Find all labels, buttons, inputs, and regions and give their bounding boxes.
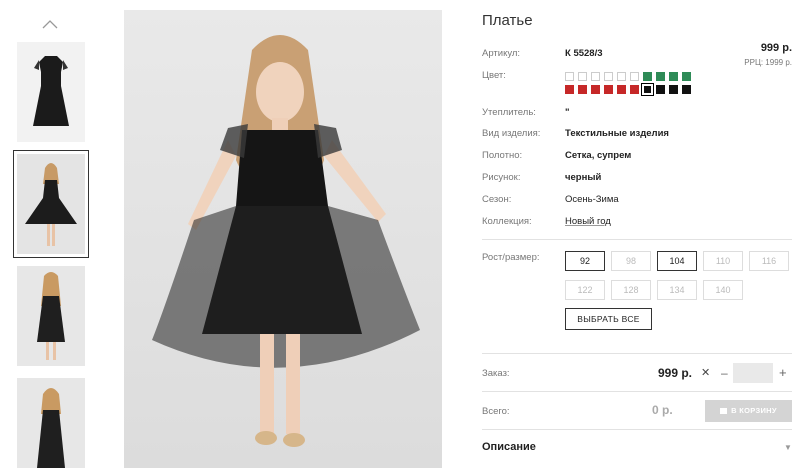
product-title: Платье	[482, 12, 533, 29]
increment-button[interactable]: +	[779, 365, 787, 380]
thumbnail-3[interactable]	[17, 266, 85, 366]
thumbnail-2[interactable]	[13, 150, 89, 258]
description-toggle[interactable]: Описание	[482, 441, 536, 453]
color-swatch[interactable]	[578, 85, 587, 94]
color-swatch[interactable]	[630, 85, 639, 94]
attr-value: "	[565, 107, 570, 118]
size-option-134: 134	[657, 280, 697, 300]
select-all-sizes-button[interactable]: ВЫБРАТЬ ВСЕ	[565, 308, 652, 330]
order-label: Заказ:	[482, 368, 510, 379]
attr-value: К 5528/3	[565, 48, 603, 59]
girl-in-black-dress-image	[124, 10, 442, 468]
rrc-price: РРЦ: 1999 р.	[744, 58, 792, 67]
color-swatch[interactable]	[617, 85, 626, 94]
cart-button-label: В КОРЗИНУ	[731, 406, 777, 415]
color-swatch[interactable]	[565, 85, 574, 94]
dress-front-image	[33, 56, 69, 126]
girl-dress-back-image	[37, 272, 65, 360]
total-label: Всего:	[482, 406, 510, 417]
color-swatch[interactable]	[656, 72, 665, 81]
main-product-image[interactable]: crockid	[124, 10, 442, 468]
attr-label: Цвет:	[482, 70, 506, 81]
thumbnail-1[interactable]	[17, 42, 85, 142]
attr-value: Осень-Зима	[565, 194, 619, 205]
product-price: 999 р.	[760, 42, 792, 54]
color-swatch[interactable]	[643, 72, 652, 81]
size-option-122: 122	[565, 280, 605, 300]
attr-label: Коллекция:	[482, 216, 532, 227]
cart-icon	[720, 408, 728, 415]
attr-label: Рисунок:	[482, 172, 521, 183]
chevron-down-icon[interactable]: ▼	[784, 443, 792, 452]
color-swatch[interactable]	[617, 72, 626, 81]
collection-link[interactable]: Новый год	[565, 216, 611, 227]
size-option-140: 140	[703, 280, 743, 300]
attr-label: Полотно:	[482, 150, 523, 161]
decrement-button[interactable]: –	[721, 366, 728, 380]
color-swatch[interactable]	[656, 85, 665, 94]
thumbnail-strip	[0, 0, 100, 468]
size-option-128: 128	[611, 280, 651, 300]
thumbnail-4[interactable]	[17, 378, 85, 468]
color-swatch[interactable]	[578, 72, 587, 81]
attr-label: Сезон:	[482, 194, 512, 205]
order-price: 999 р.	[658, 366, 693, 380]
color-swatch[interactable]	[591, 85, 600, 94]
attr-label: Вид изделия:	[482, 128, 541, 139]
divider	[482, 429, 792, 430]
size-option-104[interactable]: 104	[657, 251, 697, 271]
color-swatch[interactable]	[682, 72, 691, 81]
quantity-input[interactable]	[733, 363, 773, 383]
total-value: 0 р.	[652, 403, 673, 417]
color-swatch[interactable]	[565, 72, 574, 81]
attr-label: Утеплитель:	[482, 107, 536, 118]
color-swatch[interactable]	[641, 83, 654, 96]
size-option-116: 116	[749, 251, 789, 271]
attr-value: Текстильные изделия	[565, 128, 669, 139]
color-swatch[interactable]	[591, 72, 600, 81]
color-swatch[interactable]	[604, 85, 613, 94]
color-swatch[interactable]	[682, 85, 691, 94]
attr-value: Сетка, супрем	[565, 150, 632, 161]
color-swatch[interactable]	[669, 72, 678, 81]
divider	[482, 239, 792, 240]
divider	[482, 391, 792, 392]
color-swatch[interactable]	[669, 85, 678, 94]
color-swatch[interactable]	[604, 72, 613, 81]
color-swatch[interactable]	[630, 72, 639, 81]
attr-value: черный	[565, 172, 602, 183]
remove-order-button[interactable]: ✕	[701, 366, 710, 379]
size-label: Рост/размер:	[482, 252, 540, 263]
add-to-cart-button[interactable]: В КОРЗИНУ	[705, 400, 792, 422]
girl-dress-spread-image	[25, 163, 77, 246]
size-option-98: 98	[611, 251, 651, 271]
divider	[482, 353, 792, 354]
size-option-92[interactable]: 92	[565, 251, 605, 271]
girl-dress-side-image	[37, 388, 65, 468]
attr-label: Артикул:	[482, 48, 521, 59]
size-option-110: 110	[703, 251, 743, 271]
chevron-up-icon[interactable]	[42, 16, 58, 32]
